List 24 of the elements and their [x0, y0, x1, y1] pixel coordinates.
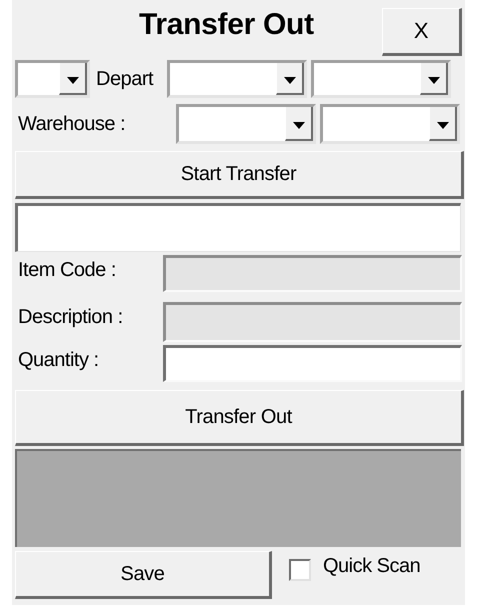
caret-icon	[292, 122, 304, 128]
dropdown-field[interactable]	[176, 104, 316, 144]
caret-icon	[284, 76, 296, 84]
dropdown-field[interactable]	[15, 60, 90, 98]
field-label: Description :	[17, 306, 124, 329]
checkbox-label: Quick Scan	[323, 555, 420, 578]
checkbox[interactable]	[289, 559, 311, 581]
depart-label: Depart	[96, 68, 154, 90]
close-button[interactable]: X	[382, 8, 462, 56]
dropdown-field[interactable]	[320, 104, 460, 144]
caret-icon	[436, 122, 448, 128]
save-button[interactable]: Save	[15, 551, 272, 599]
caret-icon	[428, 76, 440, 84]
start-transfer-button[interactable]: Start Transfer	[15, 151, 464, 199]
scan-input-field[interactable]	[15, 203, 461, 252]
warehouse-label: Warehouse :	[17, 112, 126, 136]
form-title: Transfer Out	[139, 8, 314, 42]
dropdown-field[interactable]	[167, 60, 308, 98]
field-label: Item Code :	[17, 259, 117, 282]
transfer-out-button[interactable]: Transfer Out	[15, 390, 464, 446]
input-field[interactable]	[162, 345, 462, 382]
caret-icon	[66, 76, 78, 84]
dropdown-field[interactable]	[311, 60, 452, 98]
field-label: Quantity :	[17, 349, 100, 372]
